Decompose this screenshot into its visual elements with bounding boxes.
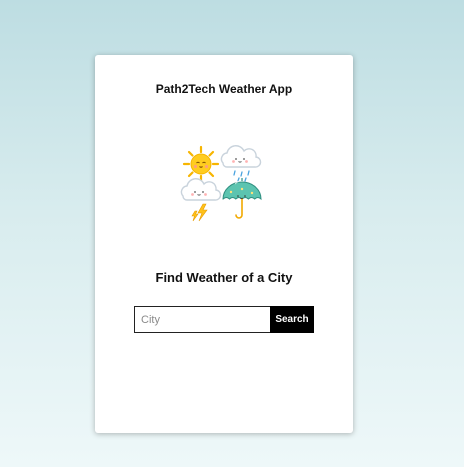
city-input[interactable] <box>134 306 270 333</box>
weather-card: Path2Tech Weather App Find Weather of a … <box>95 55 353 433</box>
find-weather-heading: Find Weather of a City <box>155 270 293 285</box>
search-button[interactable]: Search <box>270 306 314 333</box>
storm-cloud-icon <box>180 178 222 201</box>
sun-icon <box>182 145 220 183</box>
search-form: Search <box>134 306 314 333</box>
cloud-icon <box>220 145 262 168</box>
lightning-icon <box>191 203 208 222</box>
weather-illustration <box>180 145 262 222</box>
umbrella-icon <box>222 178 262 219</box>
app-title: Path2Tech Weather App <box>155 82 293 96</box>
